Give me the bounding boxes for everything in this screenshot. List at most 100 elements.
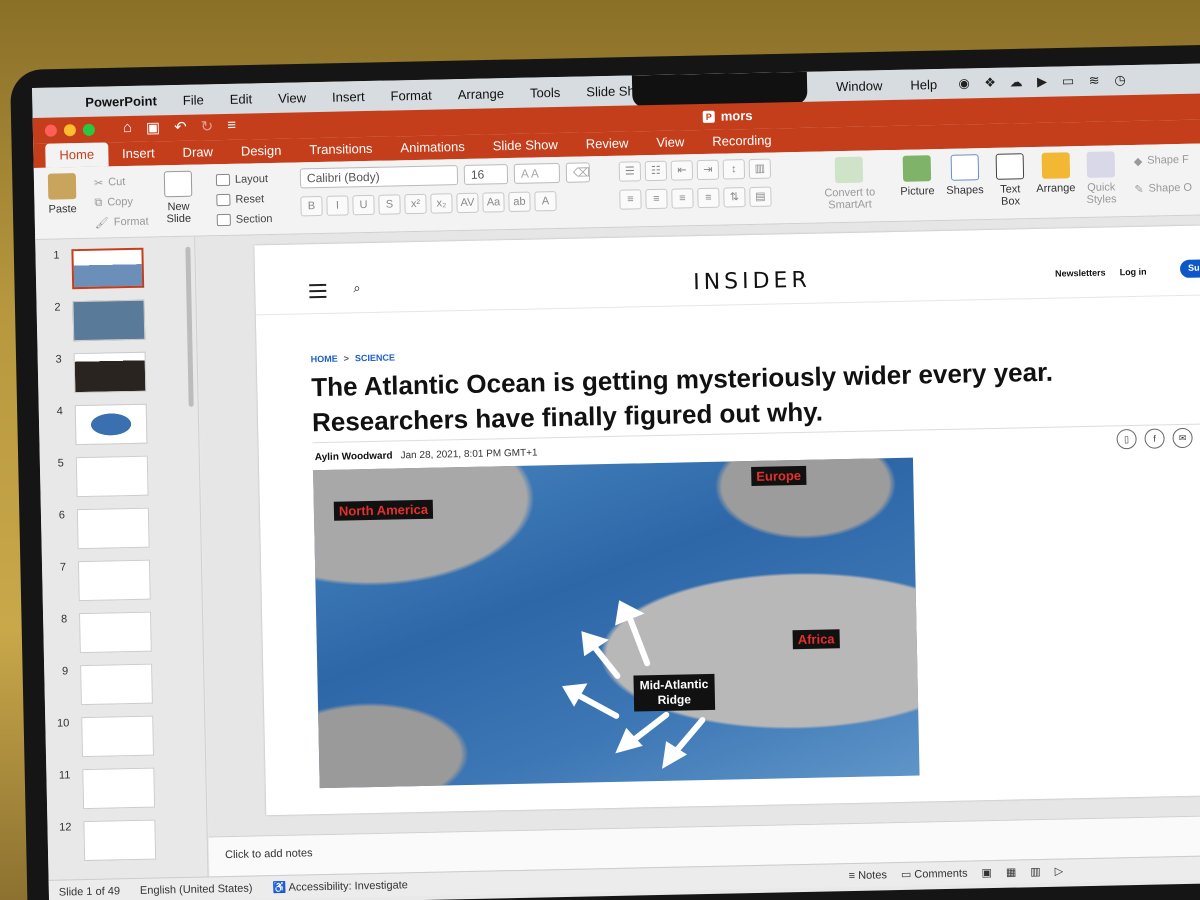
undo-icon[interactable]: ↶ [174, 118, 187, 136]
minimize-window-button[interactable] [63, 124, 77, 137]
paste-button[interactable]: Paste [47, 173, 77, 216]
text-direction-button[interactable]: ⇅ [723, 187, 746, 208]
menu-arrange[interactable]: Arrange [445, 85, 518, 102]
font-size-field[interactable]: 16 [463, 164, 509, 185]
menu-edit[interactable]: Edit [217, 91, 266, 107]
layout-button[interactable]: Layout [215, 169, 272, 190]
font-color-button[interactable]: A [534, 191, 557, 212]
menu-app-name[interactable]: PowerPoint [72, 93, 170, 110]
bold-button[interactable]: B [300, 195, 323, 217]
font-name-field[interactable]: Calibri (Body) [299, 165, 459, 189]
cloud-icon[interactable]: ☁ [1003, 74, 1029, 91]
columns-button[interactable]: ▥ [748, 158, 772, 180]
thumbnail-slide-11[interactable]: 11 [56, 767, 156, 818]
thumbnail-slide-4[interactable]: 4 [49, 403, 148, 454]
screen-record-icon[interactable]: ◉ [951, 75, 977, 92]
new-slide-button[interactable]: New Slide [163, 170, 193, 226]
slide-sorter-icon[interactable]: ▦ [1006, 866, 1017, 879]
copy-button[interactable]: ⧉ Copy [94, 192, 148, 213]
increase-indent-button[interactable]: ⇥ [696, 159, 720, 181]
thumbnail-slide-5[interactable]: 5 [50, 455, 149, 506]
thumbnail-scrollbar[interactable] [185, 246, 194, 407]
home-icon[interactable]: ⌂ [123, 119, 132, 137]
tab-design[interactable]: Design [227, 142, 296, 163]
reading-view-icon[interactable]: ▥ [1030, 865, 1041, 878]
language-indicator[interactable]: English (United States) [130, 882, 263, 897]
thumbnail-slide-2[interactable]: 2 [46, 299, 146, 350]
subscript-button[interactable]: x₂ [430, 193, 453, 214]
underline-button[interactable]: U [352, 194, 375, 216]
section-button[interactable]: Section [216, 209, 273, 230]
justify-button[interactable]: ≡ [697, 187, 720, 209]
wifi-icon[interactable]: ≋ [1081, 72, 1107, 89]
decrease-indent-button[interactable]: ⇤ [670, 160, 694, 181]
italic-button[interactable]: I [326, 195, 349, 216]
reset-button[interactable]: Reset [216, 189, 272, 210]
tab-home[interactable]: Home [45, 142, 109, 168]
thumbnail-slide-1[interactable]: 1 [45, 247, 145, 298]
menu-format[interactable]: Format [377, 87, 444, 103]
numbering-button[interactable]: ☷ [644, 160, 668, 182]
customize-toolbar-icon[interactable]: ≡ [227, 117, 236, 135]
align-right-button[interactable]: ≡ [671, 188, 694, 209]
arrange-button[interactable]: Arrange [1036, 152, 1076, 195]
zoom-window-button[interactable] [82, 123, 96, 136]
tab-animations[interactable]: Animations [386, 139, 479, 161]
bullets-button[interactable]: ☰ [618, 161, 642, 182]
menu-insert[interactable]: Insert [319, 88, 378, 105]
slideshow-view-icon[interactable]: ▷ [1055, 865, 1064, 878]
thumbnail-slide-10[interactable]: 10 [55, 715, 155, 766]
shape-fill-button[interactable]: ◆ Shape F [1134, 150, 1192, 171]
battery-icon[interactable]: ▭ [1055, 73, 1081, 90]
format-painter-button[interactable]: 🖌 Format [95, 212, 149, 233]
change-case-button[interactable]: Aa [482, 192, 505, 213]
menu-file[interactable]: File [170, 92, 217, 108]
thumbnail-slide-3[interactable]: 3 [48, 351, 147, 402]
strikethrough-button[interactable]: S [378, 194, 401, 215]
apple-menu-icon[interactable] [32, 102, 72, 103]
thumbnail-slide-6[interactable]: 6 [51, 507, 150, 558]
tab-draw[interactable]: Draw [168, 144, 227, 165]
dropbox-icon[interactable]: ❖ [977, 75, 1003, 92]
menu-view[interactable]: View [265, 89, 319, 106]
save-icon[interactable]: ▣ [146, 118, 161, 136]
accessibility-checker[interactable]: ♿ Accessibility: Investigate [262, 878, 418, 894]
menu-help[interactable]: Help [896, 76, 951, 93]
redo-icon[interactable]: ↻ [200, 117, 214, 135]
menu-window[interactable]: Window [822, 77, 897, 94]
normal-view-icon[interactable]: ▣ [981, 866, 992, 879]
highlight-color-button[interactable]: ab [508, 191, 531, 213]
current-slide[interactable]: ⌕ INSIDER Newsletters Log in Sub HOME > … [254, 224, 1200, 816]
shapes-button[interactable]: Shapes [946, 154, 984, 197]
superscript-button[interactable]: x² [404, 193, 427, 215]
thumbnail-slide-9[interactable]: 9 [54, 663, 153, 714]
line-spacing-button[interactable]: ↕ [722, 159, 746, 180]
tab-transitions[interactable]: Transitions [295, 141, 387, 163]
thumbnail-slide-12[interactable]: 12 [57, 819, 157, 870]
text-box-button[interactable]: Text Box [995, 153, 1025, 208]
tab-view[interactable]: View [642, 134, 698, 155]
tab-slide-show[interactable]: Slide Show [479, 137, 572, 159]
align-left-button[interactable]: ≡ [619, 189, 642, 210]
align-center-button[interactable]: ≡ [645, 188, 668, 210]
comments-toggle[interactable]: ▭ Comments [901, 867, 968, 881]
picture-button[interactable]: Picture [900, 155, 935, 198]
thumbnail-slide-8[interactable]: 8 [53, 611, 152, 662]
convert-smartart-button[interactable]: Convert to SmartArt [824, 156, 876, 211]
cut-button[interactable]: ✂ Cut [94, 172, 148, 193]
close-window-button[interactable] [44, 124, 58, 137]
tab-review[interactable]: Review [572, 135, 643, 156]
notes-toggle[interactable]: ≡ Notes [849, 869, 887, 882]
play-icon[interactable]: ▶ [1029, 74, 1055, 91]
tab-recording[interactable]: Recording [698, 132, 786, 154]
quick-styles-button[interactable]: Quick Styles [1086, 151, 1117, 206]
tab-insert[interactable]: Insert [108, 145, 169, 166]
shape-outline-button[interactable]: ✎ Shape O [1134, 178, 1192, 199]
font-size-stepper[interactable]: A A [513, 162, 561, 184]
menu-tools[interactable]: Tools [517, 84, 574, 100]
clock-icon[interactable]: ◷ [1107, 72, 1133, 89]
clear-format-icon[interactable]: ⌫ [565, 162, 591, 183]
char-spacing-button[interactable]: AV [456, 192, 479, 214]
thumbnail-slide-7[interactable]: 7 [52, 559, 151, 610]
align-text-button[interactable]: ▤ [749, 186, 772, 207]
